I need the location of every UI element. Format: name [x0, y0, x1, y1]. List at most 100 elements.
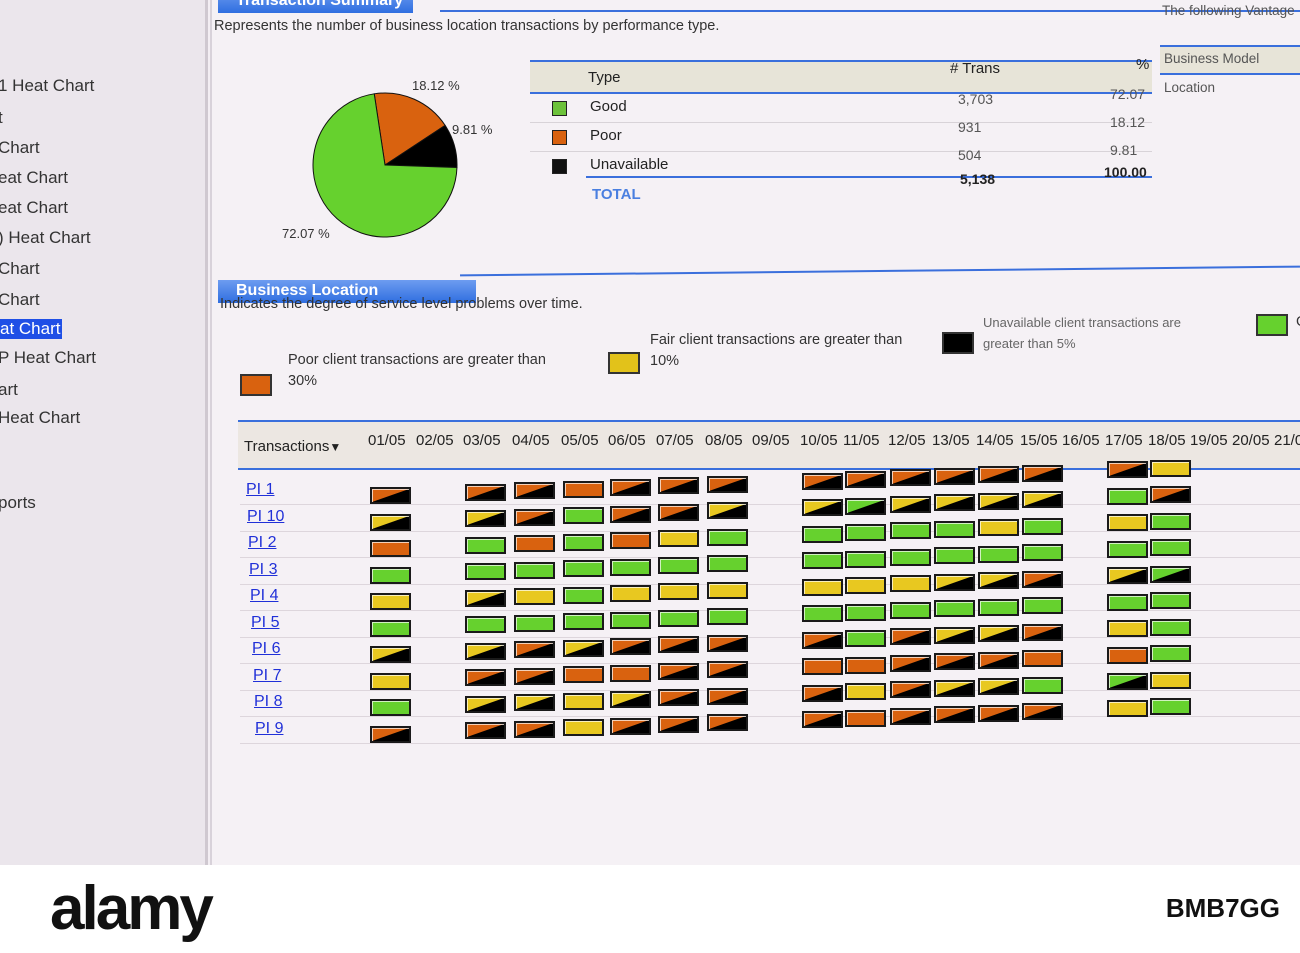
- heat-cell[interactable]: [1022, 570, 1063, 588]
- heat-cell[interactable]: [1107, 673, 1148, 691]
- heat-cell[interactable]: [563, 666, 604, 684]
- heat-cell[interactable]: [1022, 491, 1063, 509]
- heat-cell[interactable]: [802, 631, 843, 649]
- heat-cell[interactable]: [514, 641, 555, 659]
- heat-cell[interactable]: [465, 510, 506, 528]
- heat-cell[interactable]: [890, 707, 931, 725]
- heat-cell[interactable]: [890, 522, 931, 540]
- sidebar-item[interactable]: Chart: [0, 259, 40, 279]
- sidebar-item[interactable]: eat Chart: [0, 198, 68, 218]
- heat-cell[interactable]: [514, 694, 555, 712]
- heat-cell[interactable]: [610, 585, 651, 602]
- sidebar-item[interactable]: t: [0, 108, 3, 128]
- heat-cell[interactable]: [1022, 676, 1063, 694]
- heat-cell[interactable]: [658, 662, 699, 680]
- heat-cell[interactable]: [465, 722, 506, 740]
- heat-cell[interactable]: [514, 508, 555, 526]
- heat-cell[interactable]: [707, 687, 748, 705]
- heat-cell[interactable]: [934, 679, 975, 697]
- heat-cell[interactable]: [845, 577, 886, 594]
- heat-cell[interactable]: [1150, 645, 1191, 663]
- row-link-pi-6[interactable]: PI 6: [252, 640, 280, 658]
- row-link-pi-3[interactable]: PI 3: [249, 561, 277, 579]
- heat-cell[interactable]: [802, 578, 843, 596]
- heat-cell[interactable]: [934, 626, 975, 644]
- heat-cell[interactable]: [978, 651, 1019, 669]
- heat-cell[interactable]: [658, 556, 699, 574]
- heat-cell[interactable]: [1150, 618, 1191, 636]
- heat-cell[interactable]: [610, 558, 651, 576]
- sidebar-item[interactable]: at Chart: [0, 319, 63, 339]
- heat-cell[interactable]: [563, 692, 604, 710]
- heat-cell[interactable]: [978, 678, 1019, 696]
- sidebar-item[interactable]: P Heat Chart: [0, 348, 96, 368]
- heat-cell[interactable]: [610, 664, 651, 682]
- heat-cell[interactable]: [890, 575, 931, 593]
- heat-cell[interactable]: [802, 472, 843, 490]
- row-link-pi-4[interactable]: PI 4: [250, 587, 278, 605]
- heat-cell[interactable]: [1107, 540, 1148, 558]
- heat-cell[interactable]: [707, 475, 748, 493]
- heat-cell[interactable]: [370, 487, 411, 504]
- heat-cell[interactable]: [707, 608, 748, 626]
- sidebar-item[interactable]: eat Chart: [0, 168, 68, 188]
- sidebar-item[interactable]: ports: [0, 493, 36, 513]
- heat-cell[interactable]: [370, 699, 411, 716]
- transactions-sort-header[interactable]: Transactions▼: [244, 438, 341, 455]
- heat-cell[interactable]: [563, 560, 604, 578]
- heat-cell[interactable]: [1150, 512, 1191, 530]
- heat-cell[interactable]: [514, 535, 555, 553]
- heat-cell[interactable]: [845, 709, 886, 727]
- heat-cell[interactable]: [658, 583, 699, 601]
- heat-cell[interactable]: [890, 548, 931, 566]
- heat-cell[interactable]: [978, 625, 1019, 643]
- heat-cell[interactable]: [1150, 592, 1191, 610]
- heat-cell[interactable]: [845, 683, 886, 700]
- heat-cell[interactable]: [1107, 620, 1148, 638]
- sidebar-item[interactable]: 1 Heat Chart: [0, 76, 94, 96]
- heat-cell[interactable]: [978, 598, 1019, 616]
- heat-cell[interactable]: [658, 689, 699, 707]
- heat-cell[interactable]: [890, 495, 931, 513]
- row-link-pi-2[interactable]: PI 2: [248, 534, 276, 552]
- heat-cell[interactable]: [1107, 461, 1148, 479]
- heat-cell[interactable]: [1107, 487, 1148, 505]
- heat-cell[interactable]: [802, 605, 843, 623]
- heat-cell[interactable]: [707, 661, 748, 679]
- heat-cell[interactable]: [845, 497, 886, 515]
- heat-cell[interactable]: [845, 630, 886, 647]
- heat-cell[interactable]: [845, 471, 886, 488]
- heat-cell[interactable]: [514, 614, 555, 632]
- heat-cell[interactable]: [465, 563, 506, 581]
- heat-cell[interactable]: [658, 503, 699, 521]
- heat-cell[interactable]: [890, 601, 931, 619]
- heat-cell[interactable]: [707, 528, 748, 546]
- sidebar-item[interactable]: Chart: [0, 290, 40, 310]
- heat-cell[interactable]: [514, 482, 555, 500]
- heat-cell[interactable]: [890, 628, 931, 646]
- heat-cell[interactable]: [514, 720, 555, 738]
- heat-cell[interactable]: [1022, 517, 1063, 535]
- heat-cell[interactable]: [465, 616, 506, 634]
- heat-cell[interactable]: [370, 646, 411, 663]
- heat-cell[interactable]: [563, 533, 604, 551]
- heat-cell[interactable]: [465, 642, 506, 660]
- heat-cell[interactable]: [658, 530, 699, 548]
- heat-cell[interactable]: [978, 466, 1019, 484]
- heat-cell[interactable]: [465, 483, 506, 501]
- sidebar-item[interactable]: ) Heat Chart: [0, 228, 91, 248]
- row-link-pi-9[interactable]: PI 9: [255, 720, 283, 738]
- heat-cell[interactable]: [1022, 597, 1063, 615]
- heat-cell[interactable]: [370, 540, 411, 557]
- heat-cell[interactable]: [370, 513, 411, 531]
- heat-cell[interactable]: [1022, 650, 1063, 668]
- heat-cell[interactable]: [658, 477, 699, 495]
- heat-cell[interactable]: [802, 499, 843, 517]
- heat-cell[interactable]: [370, 725, 411, 743]
- heat-cell[interactable]: [978, 704, 1019, 722]
- row-link-pi-7[interactable]: PI 7: [253, 667, 281, 685]
- heat-cell[interactable]: [934, 494, 975, 512]
- heat-cell[interactable]: [370, 619, 411, 637]
- heat-cell[interactable]: [978, 572, 1019, 590]
- heat-cell[interactable]: [890, 654, 931, 672]
